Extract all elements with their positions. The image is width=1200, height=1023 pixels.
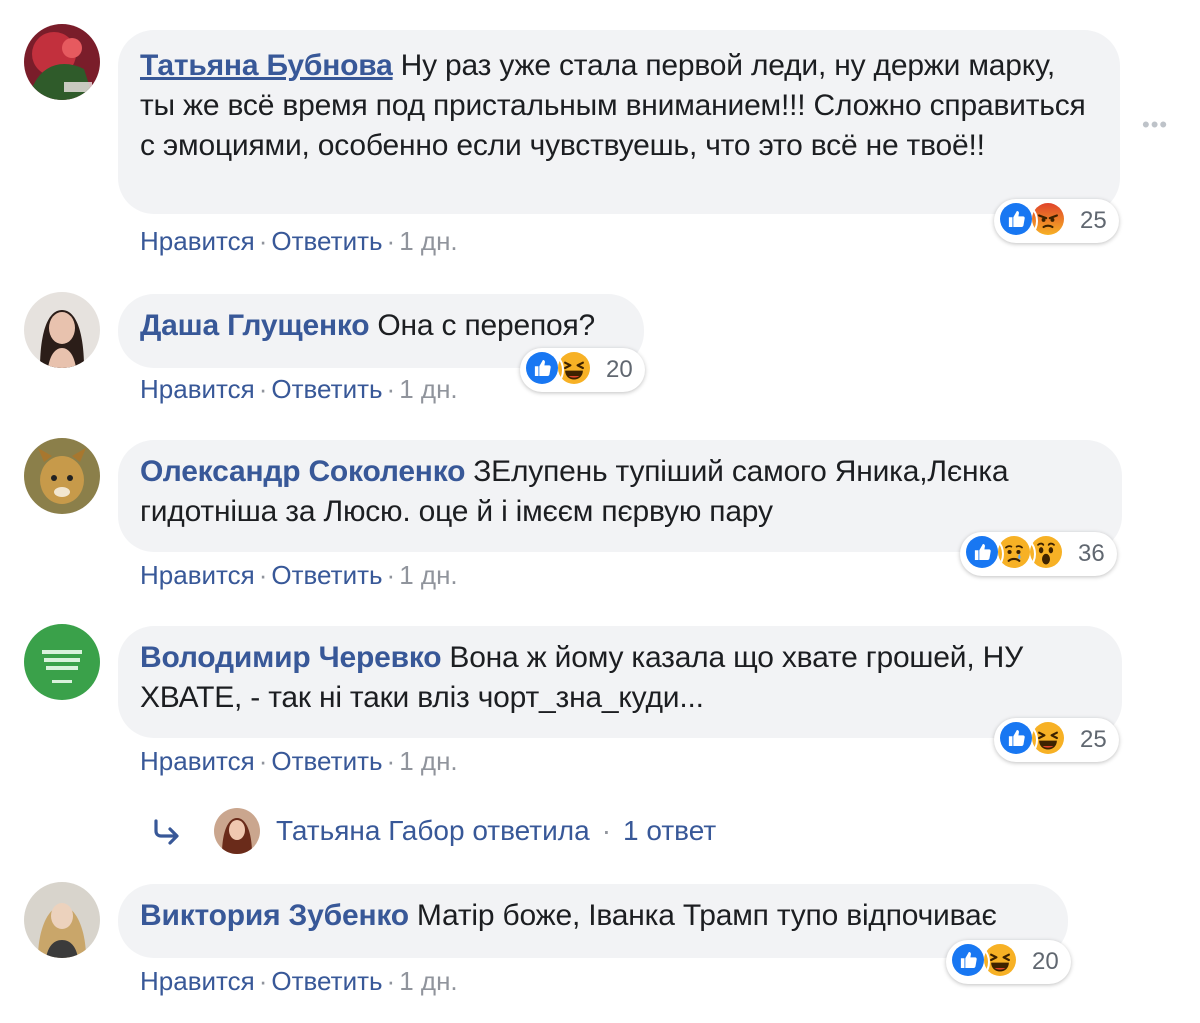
like-button[interactable]: Нравится [140, 966, 255, 996]
comment-author[interactable]: Олександр Соколенко [140, 455, 465, 488]
timestamp[interactable]: 1 дн. [399, 374, 457, 404]
view-replies-link[interactable]: Татьяна Габор ответила · 1 ответ [150, 806, 716, 856]
comment-actions: Нравится · Ответить · 1 дн. [140, 966, 458, 997]
avatar[interactable] [24, 24, 100, 100]
separator: · [386, 226, 396, 256]
reply-button[interactable]: Ответить [271, 560, 382, 590]
comment-text: Она с перепоя? [377, 309, 596, 342]
like-button[interactable]: Нравится [140, 746, 255, 776]
timestamp[interactable]: 1 дн. [399, 226, 457, 256]
avatar[interactable] [24, 882, 100, 958]
comment-actions: Нравится · Ответить · 1 дн. [140, 374, 458, 405]
like-icon [998, 201, 1038, 241]
like-button[interactable]: Нравится [140, 374, 255, 404]
reaction-summary[interactable]: 20 [520, 348, 645, 392]
comment-text: Матір боже, Іванка Трамп тупо відпочиває [416, 899, 997, 932]
like-icon [950, 942, 990, 982]
reaction-count: 20 [606, 356, 633, 383]
separator: · [386, 746, 396, 776]
more-options-icon[interactable]: ••• [1142, 112, 1168, 138]
separator: · [386, 966, 396, 996]
timestamp[interactable]: 1 дн. [399, 560, 457, 590]
separator: · [258, 560, 268, 590]
reaction-summary[interactable]: 20 [946, 940, 1071, 984]
reaction-count: 25 [1080, 207, 1107, 234]
comment-actions: Нравится · Ответить · 1 дн. [140, 746, 458, 777]
comment-actions: Нравится · Ответить · 1 дн. [140, 226, 458, 257]
separator: · [258, 746, 268, 776]
separator: · [258, 374, 268, 404]
comment-bubble: Татьяна Бубнова Ну раз уже стала первой л… [118, 30, 1120, 214]
reaction-summary[interactable]: 25 [994, 199, 1119, 243]
comment-actions: Нравится · Ответить · 1 дн. [140, 560, 458, 591]
comment-bubble: Виктория Зубенко Матір боже, Іванка Трамп… [118, 884, 1068, 958]
like-icon [964, 534, 1004, 574]
reply-button[interactable]: Ответить [271, 374, 382, 404]
like-button[interactable]: Нравится [140, 226, 255, 256]
reaction-summary[interactable]: 25 [994, 718, 1119, 762]
avatar[interactable] [24, 438, 100, 514]
separator: · [386, 374, 396, 404]
like-icon [524, 350, 564, 390]
comment-author[interactable]: Даша Глущенко [140, 309, 370, 342]
separator: · [258, 966, 268, 996]
like-button[interactable]: Нравится [140, 560, 255, 590]
comment-author[interactable]: Володимир Черевко [140, 641, 442, 674]
comment-bubble: Володимир Черевко Вона ж йому казала що х… [118, 626, 1122, 738]
reaction-count: 20 [1032, 948, 1059, 975]
reply-arrow-icon [154, 819, 179, 845]
avatar[interactable] [24, 292, 100, 368]
reply-button[interactable]: Ответить [271, 966, 382, 996]
timestamp[interactable]: 1 дн. [399, 746, 457, 776]
comment-author[interactable]: Виктория Зубенко [140, 899, 409, 932]
reaction-summary[interactable]: 36 [960, 532, 1117, 576]
reaction-count: 25 [1080, 726, 1107, 753]
separator: · [386, 560, 396, 590]
like-icon [998, 720, 1038, 760]
reply-button[interactable]: Ответить [271, 226, 382, 256]
avatar[interactable] [24, 624, 100, 700]
reply-author-avatar [214, 808, 260, 854]
reaction-count: 36 [1078, 540, 1105, 567]
reply-count[interactable]: 1 ответ [623, 815, 716, 847]
reply-button[interactable]: Ответить [271, 746, 382, 776]
separator: · [601, 815, 612, 846]
comment-author[interactable]: Татьяна Бубнова [140, 49, 393, 82]
separator: · [258, 226, 268, 256]
reply-summary-text[interactable]: Татьяна Габор ответила [276, 815, 590, 847]
timestamp[interactable]: 1 дн. [399, 966, 457, 996]
